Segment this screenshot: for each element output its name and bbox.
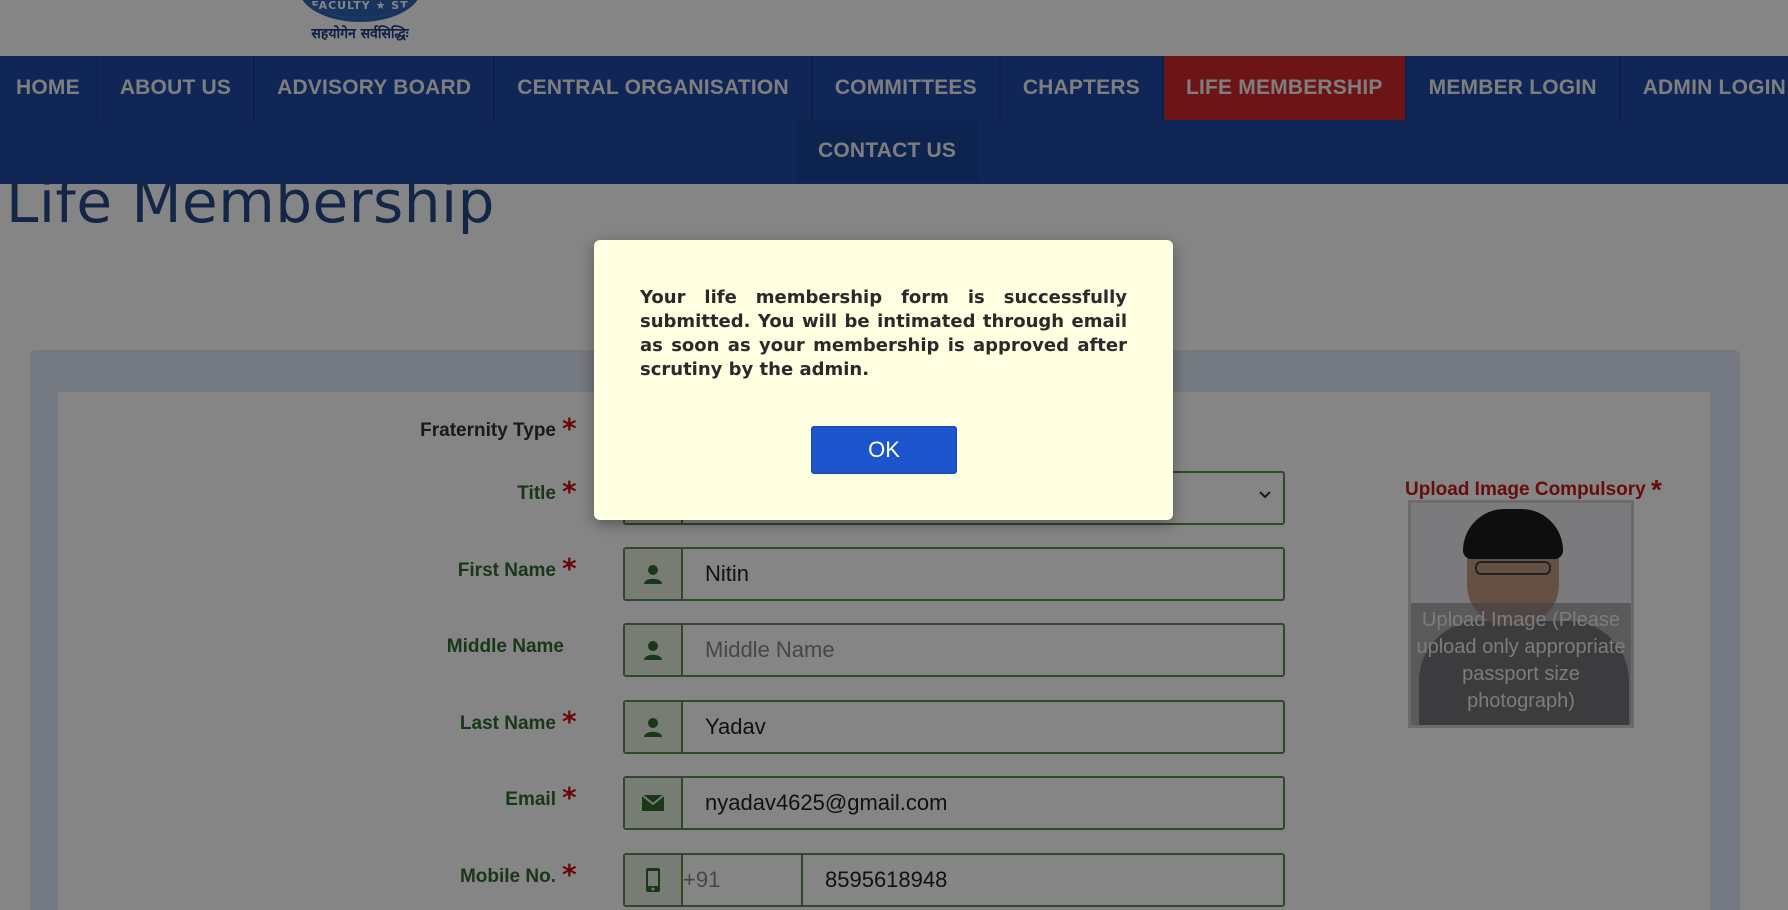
dialog-message: Your life membership form is successfull… (640, 287, 1127, 380)
success-dialog: Your life membership form is successfull… (594, 240, 1173, 520)
ok-button[interactable]: OK (811, 426, 957, 474)
